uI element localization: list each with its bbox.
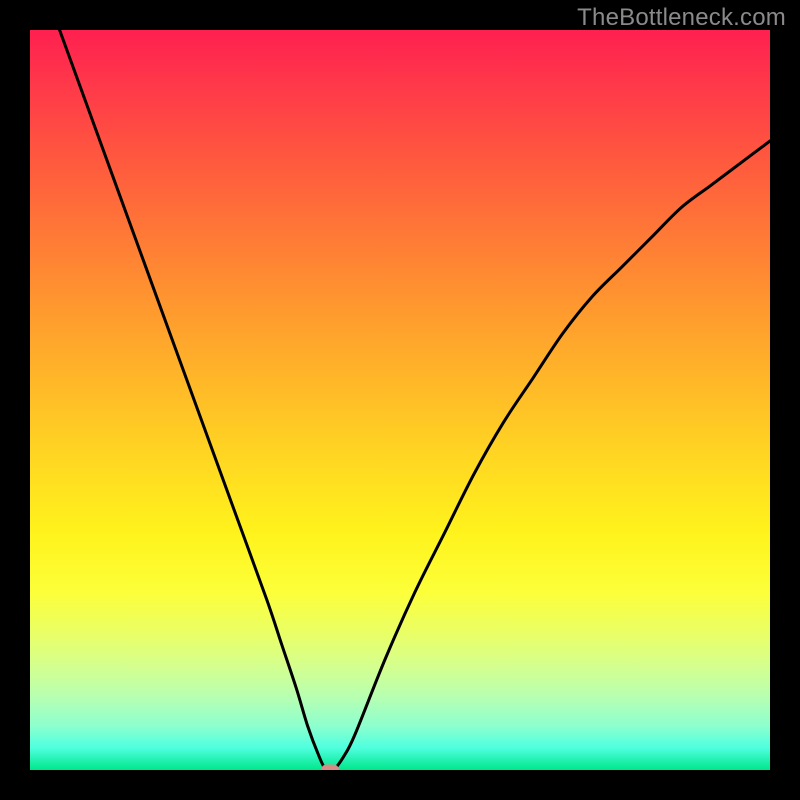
- chart-frame: [0, 0, 800, 800]
- watermark-text: TheBottleneck.com: [577, 4, 786, 32]
